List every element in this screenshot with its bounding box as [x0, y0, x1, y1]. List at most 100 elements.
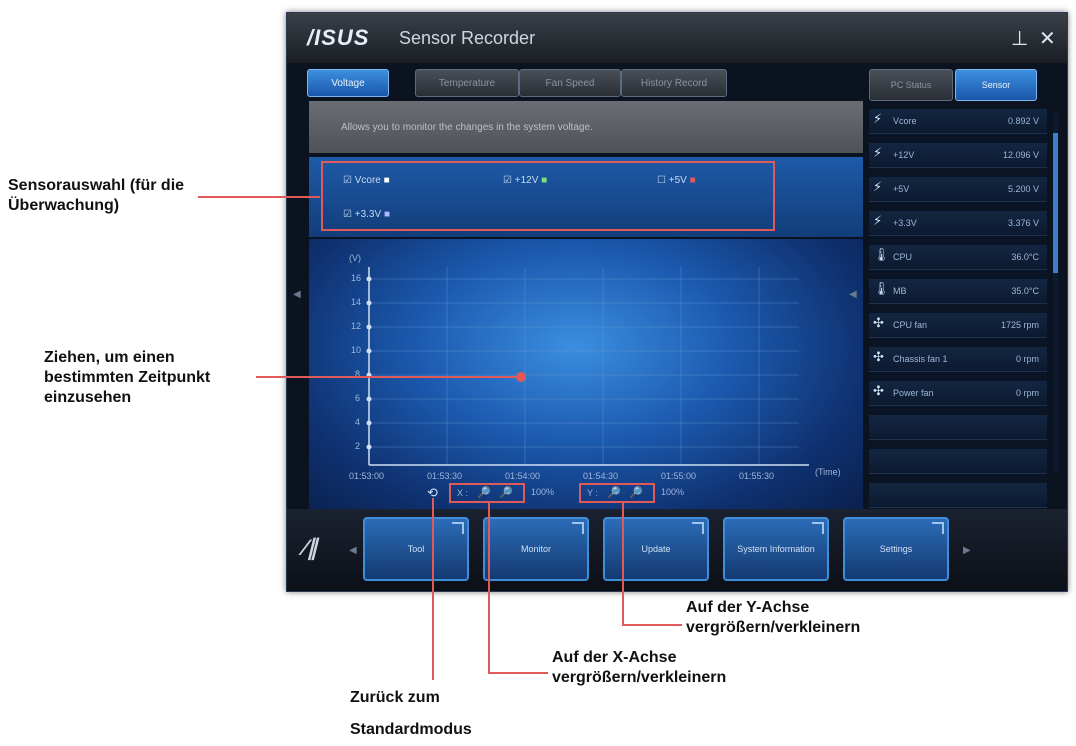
checkbox-icon: ☑: [343, 175, 352, 186]
color-swatch-icon: ■: [383, 209, 390, 220]
scroll-left-icon[interactable]: ◀: [293, 289, 301, 300]
y-tick-label: 14: [351, 297, 362, 307]
sensor-checkbox-5v[interactable]: ☐ +5V ■: [657, 175, 696, 186]
tab-history-record[interactable]: History Record: [621, 69, 727, 97]
y-tick-label: 10: [351, 345, 362, 355]
x-axis-unit: (Time): [815, 467, 841, 477]
color-swatch-icon: ■: [689, 175, 696, 186]
tab-sensor[interactable]: Sensor: [955, 69, 1037, 101]
zoom-out-icon[interactable]: 🔎: [499, 486, 513, 499]
fan-icon: ✣: [873, 384, 884, 399]
sidebar: PC Status Sensor ⚡ Vcore 0.892 V ⚡ +12V …: [863, 69, 1059, 509]
zoom-in-icon[interactable]: 🔎: [607, 486, 621, 499]
tab-fan-speed[interactable]: Fan Speed: [519, 69, 621, 97]
list-item[interactable]: ✣ CPU fan 1725 rpm: [869, 313, 1047, 338]
minimize-icon[interactable]: ⊥: [1011, 26, 1028, 50]
dock-button-update[interactable]: Update: [603, 517, 709, 581]
y-tick-label: 4: [355, 417, 361, 427]
x-tick-label: 01:54:00: [505, 471, 541, 481]
scroll-right-icon[interactable]: ◀: [849, 289, 857, 300]
list-item[interactable]: ⚡ +3.3V 3.376 V: [869, 211, 1047, 236]
list-item[interactable]: ✣ Chassis fan 1 0 rpm: [869, 347, 1047, 372]
list-item-empty: [869, 415, 1047, 440]
callout-line: [622, 624, 682, 626]
callout-line: [256, 376, 520, 378]
dock-left-icon[interactable]: ◀: [349, 545, 357, 556]
sensor-label: +3.3V: [354, 209, 382, 220]
callout-x-zoom: Auf der X-Achse vergrößern/verkleinern: [552, 649, 727, 686]
sidebar-scrollbar[interactable]: [1053, 113, 1058, 473]
sensor-label: +12V: [514, 175, 539, 186]
y-tick-label: 16: [351, 273, 362, 283]
callout-drag-time: Ziehen, um einen bestimmten Zeitpunkt ei…: [44, 349, 211, 406]
bottom-dock: ⁄∥ ◀ Tool Monitor Update System Informat…: [287, 509, 1067, 591]
voltage-chart[interactable]: (V) 16 14 12 10 8 6 4 2 01:53:00 01:53:3…: [309, 239, 863, 521]
color-swatch-icon: ■: [541, 175, 548, 186]
y-zoom-label: Y :: [587, 488, 598, 498]
callout-line: [622, 502, 624, 626]
bolt-icon: ⚡: [873, 214, 883, 229]
dock-button-system-information[interactable]: System Information: [723, 517, 829, 581]
sensor-checkbox-vcore[interactable]: ☑ Vcore ■: [343, 175, 390, 186]
sensor-list: ⚡ Vcore 0.892 V ⚡ +12V 12.096 V ⚡ +5V 5.…: [869, 109, 1047, 509]
callout-line: [198, 196, 320, 198]
list-item-empty: [869, 449, 1047, 474]
scrollbar-thumb[interactable]: [1053, 133, 1058, 273]
bolt-icon: ⚡: [873, 180, 883, 195]
dock-right-icon[interactable]: ▶: [963, 545, 971, 556]
tab-pc-status[interactable]: PC Status: [869, 69, 953, 101]
callout-y-zoom: Auf der Y-Achse vergrößern/verkleinern: [686, 599, 861, 636]
y-tick-label: 2: [355, 441, 361, 451]
y-zoom-percent: 100%: [661, 487, 685, 497]
ai-suite-logo-icon: ⁄∥: [303, 535, 318, 560]
callout-line: [432, 498, 434, 680]
sensor-selection-highlight: [321, 161, 775, 231]
callout-line: [488, 672, 548, 674]
list-item[interactable]: ⚡ Vcore 0.892 V: [869, 109, 1047, 134]
x-zoom-label: X :: [457, 488, 469, 498]
fan-icon: ✣: [873, 316, 884, 331]
x-zoom-percent: 100%: [531, 487, 555, 497]
title-bar: /ISUS Sensor Recorder ⊥ ✕: [287, 13, 1067, 63]
bolt-icon: ⚡: [873, 112, 883, 127]
list-item[interactable]: 🌡 MB 35.0°C: [869, 279, 1047, 304]
description-bar: Allows you to monitor the changes in the…: [309, 101, 863, 153]
asus-logo: /ISUS: [307, 25, 370, 50]
tab-temperature[interactable]: Temperature: [415, 69, 519, 97]
callout-sensor-selection: Sensorauswahl (für die Überwachung): [8, 177, 185, 214]
close-icon[interactable]: ✕: [1039, 26, 1056, 50]
y-axis-unit: (V): [349, 253, 361, 263]
x-tick-label: 01:55:00: [661, 471, 697, 481]
x-tick-label: 01:54:30: [583, 471, 619, 481]
list-item[interactable]: 🌡 CPU 36.0°C: [869, 245, 1047, 270]
x-tick-label: 01:53:30: [427, 471, 463, 481]
callout-dot: [516, 372, 526, 382]
bolt-icon: ⚡: [873, 146, 883, 161]
dock-button-monitor[interactable]: Monitor: [483, 517, 589, 581]
sensor-checkbox-12v[interactable]: ☑ +12V ■: [503, 175, 547, 186]
list-item[interactable]: ⚡ +12V 12.096 V: [869, 143, 1047, 168]
x-tick-label: 01:55:30: [739, 471, 775, 481]
window-title: Sensor Recorder: [399, 28, 536, 48]
list-item[interactable]: ⚡ +5V 5.200 V: [869, 177, 1047, 202]
x-tick-label: 01:53:00: [349, 471, 385, 481]
zoom-out-icon[interactable]: 🔎: [629, 486, 643, 499]
checkbox-icon: ☐: [657, 175, 666, 186]
thermometer-icon: 🌡: [873, 248, 890, 263]
y-tick-label: 6: [355, 393, 361, 403]
dock-button-tool[interactable]: Tool: [363, 517, 469, 581]
color-swatch-icon: ■: [383, 175, 390, 186]
x-zoom-controls: X : 🔎 🔎: [449, 483, 525, 503]
sensor-checkbox-3v3[interactable]: ☑ +3.3V ■: [343, 209, 390, 220]
y-tick-label: 12: [351, 321, 362, 331]
dock-button-settings[interactable]: Settings: [843, 517, 949, 581]
callout-line: [488, 502, 490, 674]
list-item-empty: [869, 483, 1047, 508]
zoom-in-icon[interactable]: 🔎: [477, 486, 491, 499]
fan-icon: ✣: [873, 350, 884, 365]
tab-voltage[interactable]: Voltage: [307, 69, 389, 97]
sensor-recorder-window: /ISUS Sensor Recorder ⊥ ✕ Voltage Temper…: [286, 12, 1068, 592]
list-item[interactable]: ✣ Power fan 0 rpm: [869, 381, 1047, 406]
checkbox-icon: ☑: [343, 209, 352, 220]
sensor-label: Vcore: [354, 175, 381, 186]
